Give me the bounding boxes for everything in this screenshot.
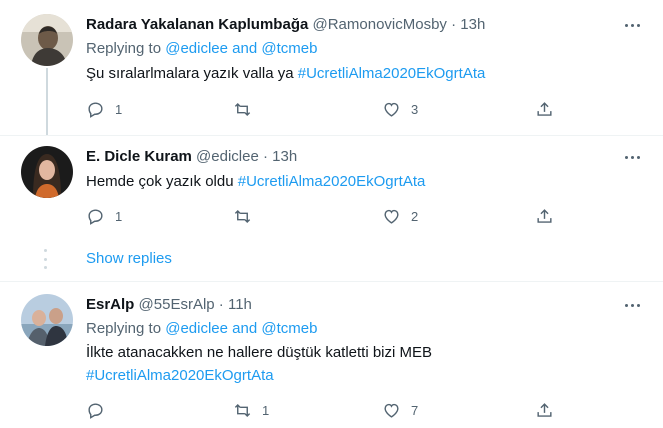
share-button[interactable] [535, 98, 554, 120]
share-icon [537, 402, 552, 417]
replying-label: Replying to [86, 40, 162, 57]
timestamp[interactable]: 13h [272, 148, 297, 165]
tweet[interactable]: EsrAlp @55EsrAlp · 11h Replying to @edic… [0, 282, 663, 428]
tweet-header: Radara Yakalanan Kaplumbağa @RamonovicMo… [86, 15, 485, 35]
replying-to: Replying to @ediclee and @tcmeb [86, 39, 317, 59]
tweet-text: Hemde çok yazık oldu #UcretliAlma2020EkO… [86, 172, 425, 192]
like-count: 7 [411, 402, 419, 418]
replying-label: Replying to [86, 320, 162, 337]
separator-dot: · [262, 148, 268, 165]
share-icon [537, 101, 552, 116]
reply-icon [88, 101, 103, 118]
reply-icon [88, 208, 103, 225]
hashtag-link[interactable]: #UcretliAlma2020EkOgrtAta [298, 65, 486, 82]
share-button[interactable] [535, 205, 554, 227]
hashtag-link[interactable]: #UcretliAlma2020EkOgrtAta [86, 366, 274, 386]
more-icon[interactable] [620, 295, 644, 315]
reply-icon [88, 402, 103, 419]
share-icon [537, 208, 552, 223]
reply-count: 1 [115, 208, 123, 224]
share-button[interactable] [535, 399, 554, 421]
author-handle[interactable]: @ediclee [196, 148, 259, 165]
heart-icon [384, 102, 399, 117]
reply-button[interactable]: 1 [86, 98, 122, 120]
like-button[interactable]: 2 [382, 205, 418, 227]
avatar[interactable] [21, 146, 73, 198]
author-name[interactable]: EsrAlp [86, 296, 134, 313]
author-handle[interactable]: @55EsrAlp [139, 296, 215, 313]
hashtag-link[interactable]: #UcretliAlma2020EkOgrtAta [238, 173, 426, 190]
retweet-button[interactable] [233, 98, 262, 120]
retweet-icon [234, 209, 251, 223]
retweet-icon [234, 403, 251, 417]
separator-dot: · [218, 296, 224, 313]
tweet-body: İlkte atanacakken ne hallere düştük katl… [86, 344, 433, 361]
reply-button[interactable]: 1 [86, 205, 122, 227]
tweet[interactable]: Radara Yakalanan Kaplumbağa @RamonovicMo… [0, 0, 663, 136]
timestamp[interactable]: 11h [228, 296, 252, 313]
reply-button[interactable] [86, 399, 115, 421]
tweet-header: EsrAlp @55EsrAlp · 11h [86, 295, 252, 315]
heart-icon [384, 209, 399, 224]
replying-handles[interactable]: @ediclee and @tcmeb [165, 40, 317, 57]
avatar[interactable] [21, 14, 73, 66]
retweet-icon [234, 102, 251, 116]
tweet-body: Şu sıralarlmalara yazık valla ya [86, 65, 294, 82]
author-handle[interactable]: @RamonovicMosby [313, 16, 447, 33]
more-icon[interactable] [620, 147, 644, 167]
replying-to: Replying to @ediclee and @tcmeb [86, 319, 317, 339]
thread-continuation-dots [44, 249, 48, 269]
like-count: 3 [411, 101, 419, 117]
tweet-body: Hemde çok yazık oldu [86, 173, 234, 190]
tweet-header: E. Dicle Kuram @ediclee · 13h [86, 147, 297, 167]
timestamp[interactable]: 13h [460, 16, 485, 33]
avatar[interactable] [21, 294, 73, 346]
tweet-text: Şu sıralarlmalara yazık valla ya #Ucretl… [86, 64, 485, 84]
separator-dot: · [451, 16, 457, 33]
retweet-count: 1 [262, 402, 270, 418]
like-count: 2 [411, 208, 419, 224]
author-name[interactable]: E. Dicle Kuram [86, 148, 192, 165]
retweet-button[interactable]: 1 [233, 399, 269, 421]
heart-icon [384, 403, 399, 418]
like-button[interactable]: 3 [382, 98, 418, 120]
retweet-button[interactable] [233, 205, 262, 227]
reply-count: 1 [115, 101, 123, 117]
like-button[interactable]: 7 [382, 399, 418, 421]
show-replies-link[interactable]: Show replies [86, 249, 172, 269]
replying-handles[interactable]: @ediclee and @tcmeb [165, 320, 317, 337]
more-icon[interactable] [620, 15, 644, 35]
author-name[interactable]: Radara Yakalanan Kaplumbağa [86, 16, 308, 33]
